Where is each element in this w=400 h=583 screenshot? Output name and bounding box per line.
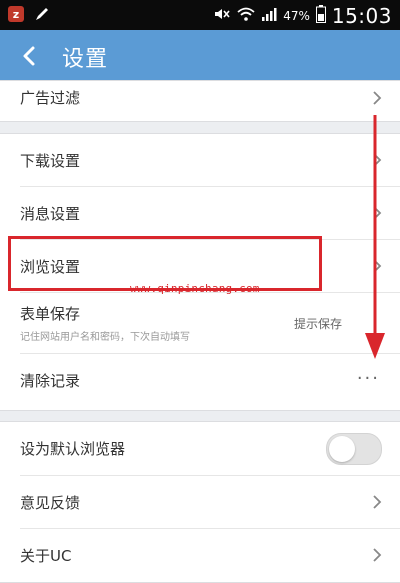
settings-item-label: 设为默认浏览器 bbox=[20, 440, 126, 458]
settings-item-label: 意见反馈 bbox=[20, 494, 81, 512]
chevron-right-icon bbox=[373, 548, 382, 562]
battery-percent: 47% bbox=[283, 9, 310, 23]
settings-item-ad-filter[interactable]: 广告过滤 bbox=[20, 81, 400, 121]
chevron-left-icon[interactable] bbox=[18, 44, 42, 68]
app-header: 设置 bbox=[0, 30, 400, 83]
form-save-value: 提示保存 bbox=[293, 317, 342, 331]
settings-item-feedback[interactable]: 意见反馈 bbox=[20, 476, 400, 529]
toggle-knob bbox=[329, 436, 355, 462]
settings-item-form-save[interactable]: 表单保存 记住网站用户名和密码，下次自动填写 提示保存 · bbox=[20, 293, 400, 354]
settings-item-label: 关于UC bbox=[20, 547, 72, 565]
z-app-icon: z bbox=[8, 6, 24, 22]
settings-item-label: 清除记录 bbox=[20, 372, 81, 390]
settings-content: 广告过滤 下载设置 消息设置 浏览设置 表单保存 记住网站用户名和密码，下次自动… bbox=[0, 80, 400, 583]
settings-item-default-browser[interactable]: 设为默认浏览器 bbox=[20, 422, 400, 476]
scroll-down-arrow-icon bbox=[365, 115, 385, 359]
settings-item-message[interactable]: 消息设置 bbox=[20, 187, 400, 240]
chevron-right-icon bbox=[373, 495, 382, 509]
settings-group-top: 广告过滤 bbox=[0, 80, 400, 122]
settings-item-about[interactable]: 关于UC bbox=[20, 529, 400, 581]
pen-icon bbox=[34, 6, 50, 22]
mute-icon bbox=[213, 6, 231, 26]
settings-item-label: 下载设置 bbox=[20, 152, 81, 170]
battery-icon bbox=[315, 5, 326, 27]
default-browser-toggle[interactable] bbox=[326, 433, 382, 465]
settings-group-bottom: 设为默认浏览器 意见反馈 关于UC bbox=[0, 421, 400, 583]
watermark: www.qinpinchang.com bbox=[130, 282, 260, 295]
settings-item-clear-history[interactable]: 清除记录 ··· bbox=[20, 354, 400, 406]
signal-icon bbox=[261, 6, 277, 26]
settings-item-label: 广告过滤 bbox=[20, 89, 81, 107]
settings-item-sublabel: 记住网站用户名和密码，下次自动填写 bbox=[20, 332, 190, 343]
status-bar: z 47% 15:03 bbox=[0, 0, 400, 30]
wifi-icon bbox=[237, 6, 255, 26]
settings-item-label: 消息设置 bbox=[20, 205, 81, 223]
settings-item-download[interactable]: 下载设置 bbox=[20, 134, 400, 187]
chevron-right-icon bbox=[373, 91, 382, 105]
page-title: 设置 bbox=[62, 47, 109, 72]
more-icon: ··· bbox=[356, 368, 380, 389]
settings-item-label: 表单保存 bbox=[20, 305, 81, 323]
status-time: 15:03 bbox=[331, 4, 392, 28]
